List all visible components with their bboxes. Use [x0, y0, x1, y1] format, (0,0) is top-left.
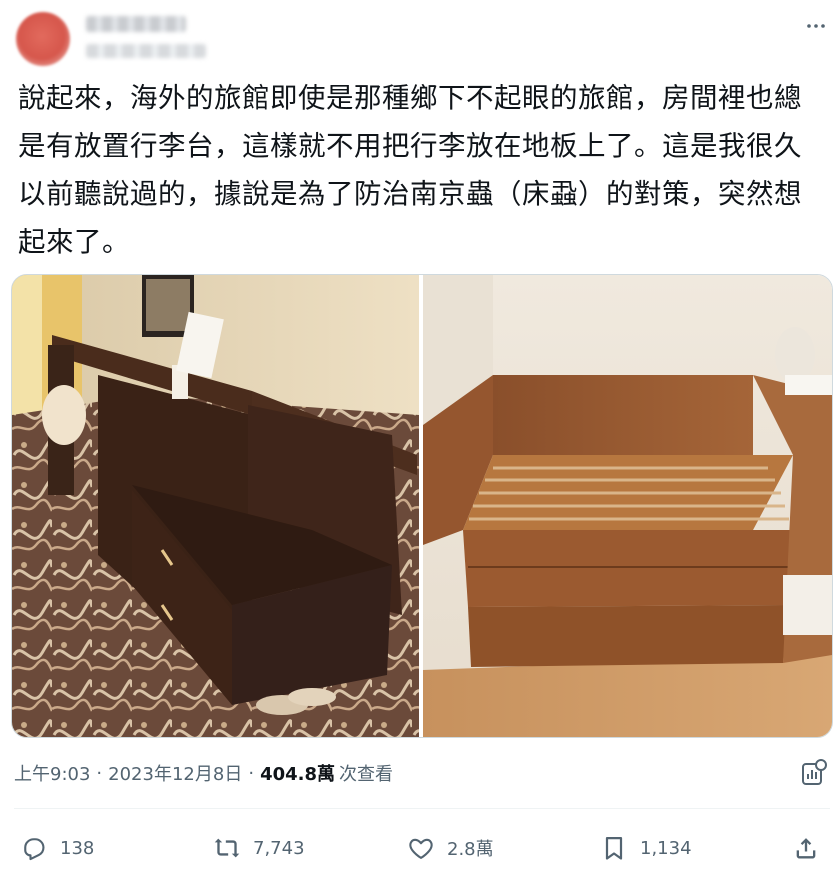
action-bar: 138 7,743 2.8萬 1,134: [0, 826, 838, 870]
views-count: 404.8萬: [260, 764, 335, 785]
post-date[interactable]: 2023年12月8日: [108, 760, 242, 786]
repost-icon: [214, 838, 240, 858]
photo-luggage-bench[interactable]: [423, 275, 832, 737]
share-icon: [796, 838, 816, 859]
analytics-button[interactable]: [800, 758, 828, 788]
like-count: 2.8萬: [447, 839, 494, 860]
analytics-icon: [802, 759, 827, 785]
author-name-blurred[interactable]: [86, 16, 186, 32]
reply-button[interactable]: 138: [20, 826, 94, 870]
photo-desk-luggage-rack[interactable]: [12, 275, 419, 737]
repost-count: 7,743: [253, 837, 305, 859]
post-text: 說起來，海外的旅館即使是那種鄉下不起眼的旅館，房間裡也總是有放置行李台，這樣就不…: [18, 82, 802, 258]
reply-icon: [24, 838, 45, 861]
photo-bench-image: [423, 275, 832, 737]
views-label: 次查看: [339, 764, 393, 785]
meta-separator: ·: [96, 762, 103, 784]
like-button[interactable]: 2.8萬: [407, 826, 494, 870]
post-header: [0, 0, 838, 70]
photo-desk-image: [12, 275, 419, 737]
more-button[interactable]: [798, 10, 834, 42]
post-meta: 上午9:03 · 2023年12月8日 · 404.8萬 次查看: [14, 760, 393, 786]
bookmark-count: 1,134: [640, 837, 692, 859]
divider: [14, 808, 830, 809]
bookmark-button[interactable]: 1,134: [600, 826, 692, 870]
avatar[interactable]: [16, 12, 70, 66]
heart-icon: [409, 838, 433, 859]
repost-button[interactable]: 7,743: [213, 826, 305, 870]
bookmark-icon: [605, 836, 623, 860]
reply-count: 138: [60, 837, 95, 859]
post-time[interactable]: 上午9:03: [14, 760, 90, 786]
more-dots-icon: [807, 24, 825, 28]
author-handle-blurred[interactable]: [86, 44, 206, 58]
meta-separator: ·: [248, 762, 255, 784]
share-button[interactable]: [792, 826, 820, 870]
media-grid: [11, 274, 833, 738]
